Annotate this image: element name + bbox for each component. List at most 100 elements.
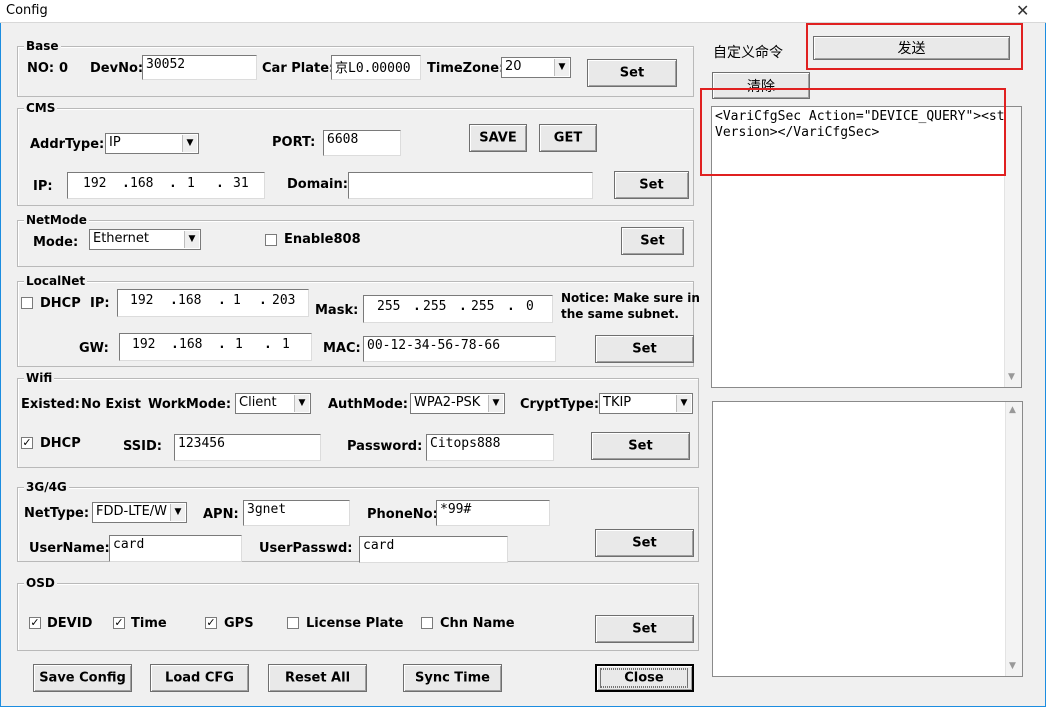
ip-dot: .	[459, 299, 467, 314]
mac-field[interactable]: 00-12-34-56-78-66	[363, 336, 556, 362]
cms-save-label: SAVE	[479, 130, 517, 146]
netmode-set-button[interactable]: Set	[621, 227, 684, 255]
cms-set-button[interactable]: Set	[614, 171, 689, 199]
chevron-up-icon: ▲	[1009, 405, 1016, 415]
ip-dot: .	[218, 293, 226, 308]
wifi-dhcp-checkbox[interactable]: ✓	[21, 437, 33, 449]
osd-set-button[interactable]: Set	[595, 615, 694, 643]
nettype-label: NetType:	[24, 506, 90, 521]
localnet-ip-octet-2: 168	[178, 293, 202, 308]
phoneno-field[interactable]: *99#	[436, 500, 550, 526]
close-icon[interactable]: ✕	[1016, 1, 1029, 20]
response-textarea[interactable]	[712, 401, 1023, 677]
save-config-button[interactable]: Save Config	[33, 664, 132, 692]
devno-field[interactable]: 30052	[142, 55, 257, 80]
domain-label: Domain:	[287, 177, 348, 192]
gw-octet-1: 192	[132, 337, 156, 352]
gw-field[interactable]: 192 . 168 . 1 . 1	[119, 333, 312, 361]
sync-time-button[interactable]: Sync Time	[403, 664, 502, 692]
chevron-down-icon: ▼	[1008, 372, 1015, 382]
port-field[interactable]: 6608	[323, 130, 401, 156]
username-field[interactable]: card	[109, 535, 242, 562]
no-label: NO:	[27, 61, 55, 76]
chevron-down-icon: ▼	[170, 504, 185, 521]
authmode-value: WPA2-PSK	[414, 395, 481, 410]
close-button[interactable]: Close	[595, 664, 694, 692]
custom-command-label: 自定义命令	[713, 45, 783, 61]
timezone-value: 20	[505, 59, 522, 74]
time-checkbox[interactable]: ✓	[113, 617, 125, 629]
g34-set-button[interactable]: Set	[595, 529, 694, 557]
crypttype-label: CryptType:	[520, 397, 600, 412]
mask-octet-4: 0	[526, 299, 534, 314]
workmode-label: WorkMode:	[148, 397, 232, 412]
cms-get-button[interactable]: GET	[539, 124, 597, 152]
existed-value: No Exist	[81, 397, 142, 412]
devid-checkbox[interactable]: ✓	[29, 617, 41, 629]
license-checkbox[interactable]	[287, 617, 299, 629]
check-icon: ✓	[22, 436, 32, 449]
enable808-label: Enable808	[284, 232, 361, 247]
localnet-dhcp-checkbox[interactable]	[21, 297, 33, 309]
localnet-set-button[interactable]: Set	[595, 335, 694, 363]
chn-checkbox[interactable]	[421, 617, 433, 629]
save-config-label: Save Config	[39, 670, 126, 686]
base-set-label: Set	[619, 65, 645, 81]
mask-octet-3: 255	[471, 299, 495, 314]
chevron-down-icon: ▼	[488, 395, 503, 412]
base-set-button[interactable]: Set	[587, 59, 677, 87]
ip-dot: .	[264, 337, 272, 352]
time-label: Time	[131, 616, 167, 631]
existed-label: Existed:	[21, 397, 80, 412]
carplate-field[interactable]: 京L0.00000	[331, 55, 421, 80]
port-label: PORT:	[272, 135, 316, 150]
ssid-field[interactable]: 123456	[174, 434, 321, 461]
ssid-label: SSID:	[123, 439, 162, 454]
send-button[interactable]: 发送	[813, 36, 1010, 60]
nettype-select[interactable]: FDD-LTE/W ▼	[92, 502, 187, 523]
osd-set-label: Set	[632, 621, 657, 637]
mode-select[interactable]: Ethernet ▼	[89, 229, 201, 250]
workmode-select[interactable]: Client ▼	[235, 393, 311, 414]
userpasswd-field[interactable]: card	[359, 536, 508, 563]
authmode-select[interactable]: WPA2-PSK ▼	[410, 393, 505, 414]
localnet-ip-octet-4: 203	[272, 293, 296, 308]
localnet-ip-octet-1: 192	[130, 293, 154, 308]
nettype-value: FDD-LTE/W	[96, 504, 168, 519]
chn-label: Chn Name	[440, 616, 515, 631]
reset-all-button[interactable]: Reset All	[268, 664, 367, 692]
load-cfg-button[interactable]: Load CFG	[150, 664, 249, 692]
response-scrollbar[interactable]: ▲ ▼	[1005, 402, 1022, 676]
check-icon: ✓	[114, 616, 124, 629]
netmode-set-label: Set	[640, 233, 665, 249]
no-value: 0	[59, 61, 69, 76]
title-bar: Config ✕	[0, 0, 1046, 23]
crypttype-value: TKIP	[603, 395, 632, 410]
cms-ip-label: IP:	[33, 179, 53, 194]
localnet-group-label: LocalNet	[24, 274, 88, 288]
addrtype-select[interactable]: IP ▼	[105, 133, 199, 154]
reset-all-label: Reset All	[284, 670, 351, 686]
domain-field[interactable]	[348, 172, 593, 199]
netmode-group-label: NetMode	[24, 213, 89, 227]
mask-field[interactable]: 255 . 255 . 255 . 0	[363, 295, 553, 323]
cms-ip-field[interactable]: 192 . 168 . 1 . 31	[67, 172, 265, 199]
osd-group-label: OSD	[24, 576, 57, 590]
ip-dot: .	[218, 337, 226, 352]
timezone-select[interactable]: 20 ▼	[501, 57, 571, 78]
apn-field[interactable]: 3gnet	[243, 500, 350, 526]
wifi-set-button[interactable]: Set	[591, 432, 690, 460]
mac-label: MAC:	[323, 341, 361, 356]
localnet-ip-field[interactable]: 192 . 168 . 1 . 203	[117, 289, 309, 317]
cms-save-button[interactable]: SAVE	[469, 124, 527, 152]
chevron-down-icon: ▼	[676, 395, 691, 412]
mask-octet-1: 255	[377, 299, 401, 314]
gps-checkbox[interactable]: ✓	[205, 617, 217, 629]
enable808-checkbox[interactable]	[265, 234, 277, 246]
crypttype-select[interactable]: TKIP ▼	[599, 393, 693, 414]
command-scrollbar[interactable]: ▼	[1004, 107, 1021, 387]
password-field[interactable]: Citops888	[426, 434, 554, 461]
mask-octet-2: 255	[423, 299, 447, 314]
command-highlight-box	[700, 88, 1006, 176]
sync-time-label: Sync Time	[414, 670, 490, 686]
